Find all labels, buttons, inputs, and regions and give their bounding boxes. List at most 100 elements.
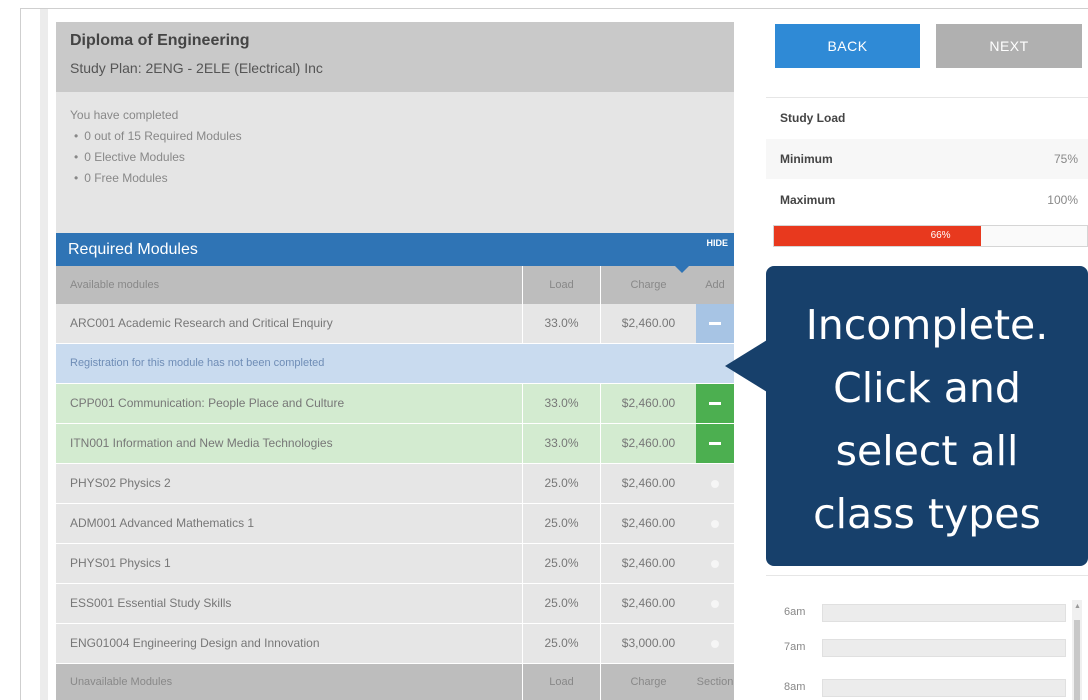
minus-icon [709, 402, 721, 406]
timetable-row: 8am [766, 679, 1088, 697]
next-button[interactable]: NEXT [936, 24, 1082, 68]
timetable-row: 6am [766, 604, 1088, 622]
module-selection-panel: Diploma of Engineering Study Plan: 2ENG … [56, 22, 734, 700]
completion-item: 0 Elective Modules [70, 150, 720, 164]
add-dot-icon [711, 559, 719, 568]
available-modules-column-header: Available modules Load Charge Add [56, 265, 734, 304]
module-charge: $2,460.00 [600, 464, 696, 503]
module-charge: $2,460.00 [600, 504, 696, 543]
unavailable-modules-label: Unavailable Modules [70, 676, 173, 688]
callout-arrow [725, 340, 767, 392]
module-charge: $2,460.00 [600, 424, 696, 463]
column-action-header: Add [705, 279, 725, 291]
callout-text: Incomplete. Click and select all class t… [766, 294, 1088, 546]
module-charge: $2,460.00 [600, 584, 696, 623]
study-load-minimum-row: Minimum 75% [766, 139, 1088, 179]
course-title: Diploma of Engineering [70, 32, 250, 49]
study-load-progress-fill: 66% [774, 226, 981, 246]
add-module-button[interactable] [696, 504, 734, 543]
time-slot[interactable] [822, 639, 1066, 657]
module-load: 25.0% [522, 504, 600, 543]
completion-item: 0 out of 15 Required Modules [70, 129, 720, 143]
column-load-header: Load [522, 266, 600, 304]
module-row[interactable]: CPP001 Communication: People Place and C… [56, 384, 734, 424]
add-dot-icon [711, 599, 719, 608]
registration-notice: Registration for this module has not bee… [70, 357, 325, 369]
add-dot-icon [711, 639, 719, 648]
module-load: 33.0% [522, 424, 600, 463]
timetable-panel: 6am 7am 8am [766, 575, 1088, 700]
module-row[interactable]: PHYS02 Physics 2 25.0% $2,460.00 [56, 464, 734, 504]
study-load-title: Study Load [780, 111, 846, 125]
callout-line: Incomplete. [805, 301, 1049, 349]
time-slot[interactable] [822, 679, 1066, 697]
module-charge: $3,000.00 [600, 624, 696, 663]
study-plan-label: Study Plan: 2ENG - 2ELE (Electrical) Inc [70, 60, 323, 76]
column-load-header: Load [522, 664, 600, 700]
required-modules-header: Required Modules HIDE [56, 233, 734, 266]
module-name: ARC001 Academic Research and Critical En… [70, 316, 333, 330]
module-row[interactable]: PHYS01 Physics 1 25.0% $2,460.00 [56, 544, 734, 584]
module-load: 25.0% [522, 584, 600, 623]
add-dot-icon [711, 519, 719, 528]
module-charge: $2,460.00 [600, 544, 696, 583]
column-name-header: Available modules [70, 279, 160, 291]
column-action-header: Section [696, 676, 734, 688]
callout-line: class types [813, 490, 1041, 538]
module-name: PHYS01 Physics 1 [70, 556, 171, 570]
module-row[interactable]: ESS001 Essential Study Skills 25.0% $2,4… [56, 584, 734, 624]
column-charge-header: Charge [600, 266, 696, 304]
instruction-callout: Incomplete. Click and select all class t… [766, 266, 1088, 566]
callout-line: select all [835, 427, 1019, 475]
minus-icon [709, 442, 721, 446]
unavailable-modules-column-header: Unavailable Modules Load Charge Section [56, 664, 734, 700]
study-load-title-row: Study Load [766, 98, 1088, 138]
time-label: 7am [784, 641, 806, 653]
back-button[interactable]: BACK [775, 24, 920, 68]
add-dot-icon [711, 479, 719, 488]
completion-summary: You have completed 0 out of 15 Required … [56, 92, 734, 233]
callout-line: Click and [833, 364, 1021, 412]
completion-intro: You have completed [70, 108, 179, 122]
add-module-button[interactable] [696, 624, 734, 663]
time-label: 8am [784, 681, 806, 693]
module-name: ADM001 Advanced Mathematics 1 [70, 516, 255, 530]
add-module-button[interactable] [696, 464, 734, 503]
add-module-button[interactable] [696, 544, 734, 583]
module-name: CPP001 Communication: People Place and C… [70, 396, 345, 410]
add-module-button[interactable] [696, 584, 734, 623]
minimum-value: 75% [1053, 152, 1078, 166]
module-row[interactable]: ARC001 Academic Research and Critical En… [56, 304, 734, 344]
remove-module-button[interactable] [696, 304, 734, 343]
minimum-label: Minimum [780, 152, 833, 166]
left-rail [40, 9, 48, 700]
module-row[interactable]: ITN001 Information and New Media Technol… [56, 424, 734, 464]
remove-module-button[interactable] [696, 424, 734, 463]
module-name: ESS001 Essential Study Skills [70, 596, 232, 610]
study-load-progress-bar: 66% [773, 225, 1088, 247]
time-slot[interactable] [822, 604, 1066, 622]
module-row[interactable]: ENG01004 Engineering Design and Innovati… [56, 624, 734, 664]
required-modules-title: Required Modules [68, 241, 198, 258]
hide-section-link[interactable]: HIDE [706, 238, 728, 248]
maximum-value: 100% [1047, 193, 1078, 207]
module-name: ITN001 Information and New Media Technol… [70, 436, 333, 450]
module-load: 25.0% [522, 544, 600, 583]
timetable-row: 7am [766, 639, 1088, 657]
timetable-scrollbar-thumb[interactable] [1074, 620, 1080, 700]
module-name: ENG01004 Engineering Design and Innovati… [70, 636, 320, 650]
module-charge: $2,460.00 [600, 304, 696, 343]
module-load: 33.0% [522, 304, 600, 343]
scroll-up-icon[interactable]: ▲ [1074, 603, 1081, 610]
module-charge: $2,460.00 [600, 384, 696, 423]
module-load: 33.0% [522, 384, 600, 423]
frame-left-border [20, 8, 21, 700]
time-label: 6am [784, 606, 806, 618]
maximum-label: Maximum [780, 193, 836, 207]
registration-notice-row[interactable]: Registration for this module has not bee… [56, 344, 734, 384]
completion-item: 0 Free Modules [70, 171, 720, 185]
module-row[interactable]: ADM001 Advanced Mathematics 1 25.0% $2,4… [56, 504, 734, 544]
course-header: Diploma of Engineering Study Plan: 2ENG … [56, 22, 734, 92]
completion-list: 0 out of 15 Required Modules 0 Elective … [70, 129, 720, 185]
minus-icon [709, 322, 721, 326]
